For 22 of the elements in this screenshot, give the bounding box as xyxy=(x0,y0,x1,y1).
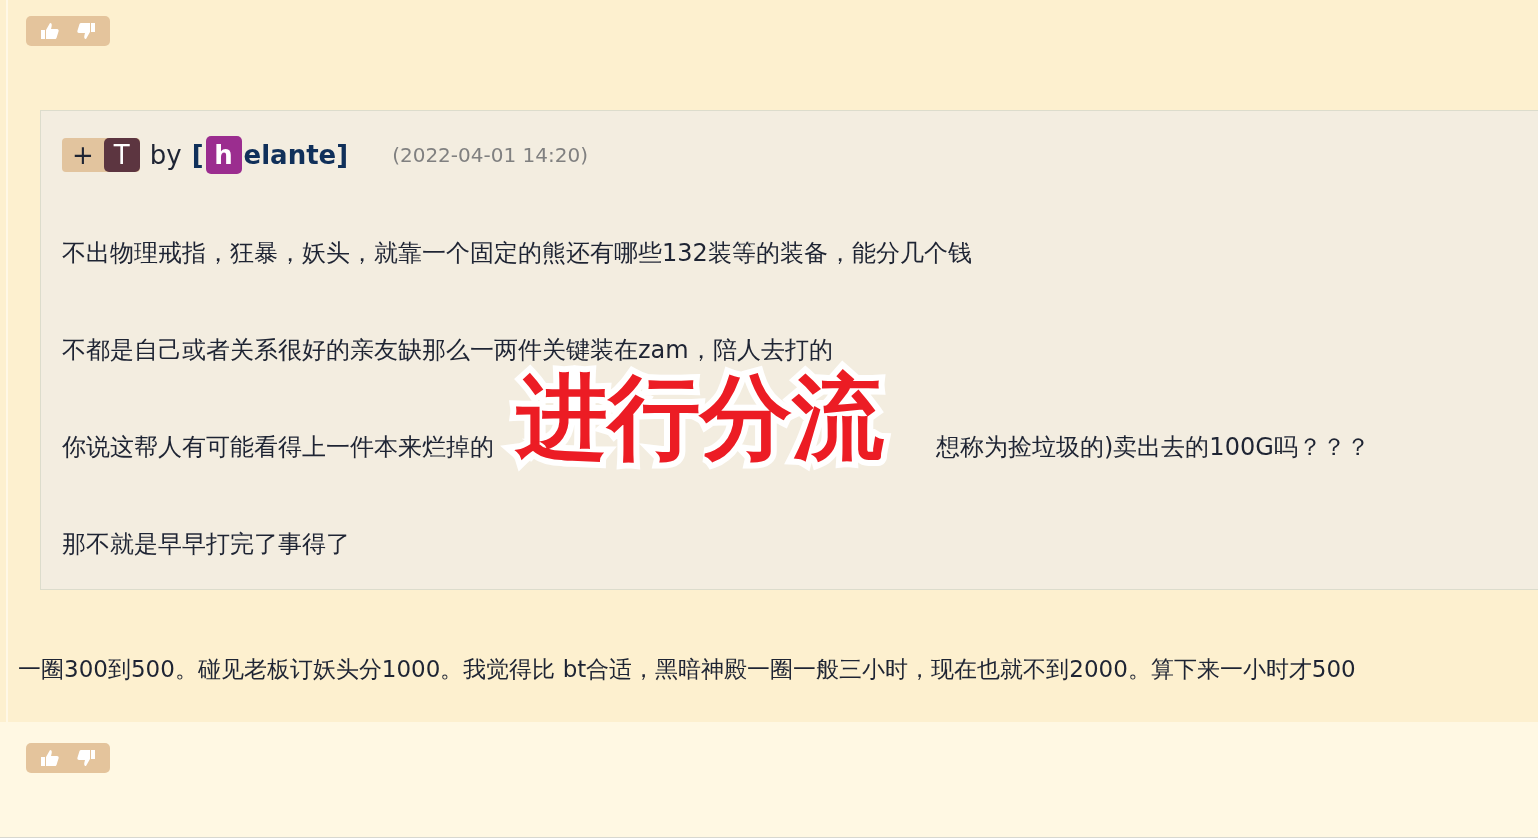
thumbs-up-icon xyxy=(40,22,60,40)
upvote-button[interactable] xyxy=(40,22,60,40)
quote-text: 你说这帮人有可能看得上一件本来烂掉的 xyxy=(62,431,494,463)
thumbs-up-icon xyxy=(40,749,60,767)
letter-badge: T xyxy=(103,138,140,172)
quote-text: 想称为捡垃圾的)卖出去的100G吗？？？ xyxy=(936,431,1370,463)
quote-text: 那不就是早早打完了事得了 xyxy=(62,528,350,560)
reply-text: 一圈300到500。碰见老板订妖头分1000。我觉得比 bt合适，黑暗神殿一圈一般三小时，现在也就不到2000。算下来一小时才500 xyxy=(18,655,1356,684)
thumbs-down-icon xyxy=(76,22,96,40)
thumbs-down-icon xyxy=(76,749,96,767)
upvote-button[interactable] xyxy=(40,749,60,767)
author-initial-badge: h xyxy=(205,136,242,174)
overlay-caption: 进行分流 xyxy=(513,366,885,470)
plus-sign: + xyxy=(71,142,95,168)
downvote-button[interactable] xyxy=(76,749,96,767)
author-link[interactable]: elante] xyxy=(243,135,349,175)
post-date: (2022-04-01 14:20) xyxy=(392,142,588,169)
downvote-button[interactable] xyxy=(76,22,96,40)
quote-text: 不出物理戒指，狂暴，妖头，就靠一个固定的熊还有哪些132装等的装备，能分几个钱 xyxy=(62,237,972,269)
by-label: by xyxy=(149,138,182,172)
quote-text: 不都是自己或者关系很好的亲友缺那么一两件关键装在zam，陪人去打的 xyxy=(62,334,833,366)
bracket: [ xyxy=(191,138,204,172)
